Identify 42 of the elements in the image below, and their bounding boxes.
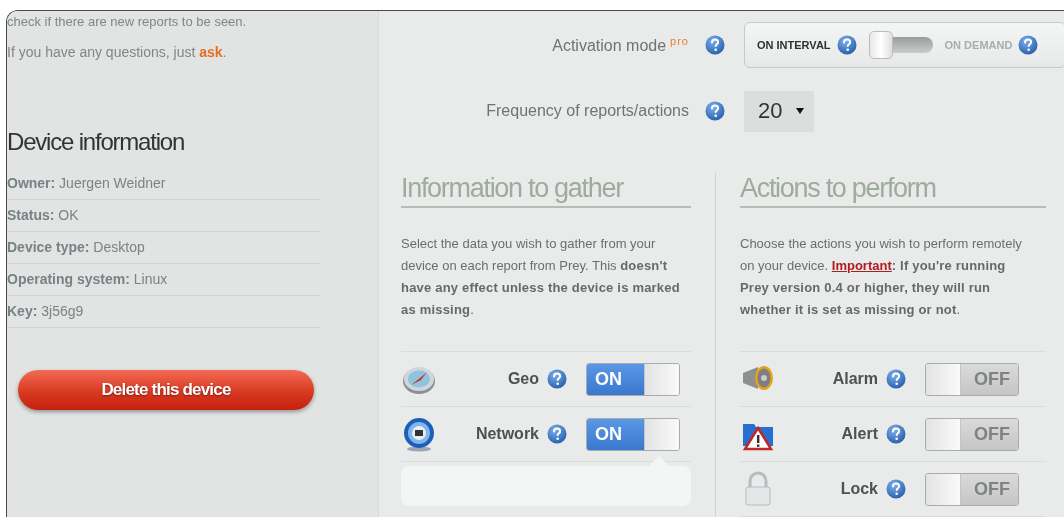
mode-option[interactable]: ON DEMAND bbox=[944, 39, 1013, 51]
caret-icon bbox=[796, 108, 805, 114]
important-link[interactable]: Important bbox=[831, 258, 892, 273]
item-label: Alarm bbox=[831, 370, 878, 388]
info-row: Operating system: Linux bbox=[7, 264, 320, 296]
help-icon bbox=[705, 101, 725, 121]
help-icon bbox=[836, 35, 857, 55]
toggle-switch[interactable]: OFF bbox=[925, 362, 1019, 396]
toggle-switch[interactable]: OFF bbox=[925, 417, 1019, 451]
info-row: Device type: Desktop bbox=[7, 232, 320, 264]
help-icon bbox=[1018, 35, 1039, 55]
info-row: Status: OK bbox=[7, 200, 320, 232]
item-label: Alert bbox=[840, 425, 878, 443]
field-label: Activation mode $^{pro}$ bbox=[551, 34, 690, 56]
frequency-dropdown[interactable]: 20 bbox=[744, 90, 815, 132]
help-icon bbox=[886, 369, 906, 389]
item-label: Network bbox=[474, 425, 539, 443]
help-icon bbox=[547, 369, 567, 389]
slider-track[interactable] bbox=[868, 31, 933, 59]
item-label: Lock bbox=[839, 480, 878, 498]
info-row: Key: 3j56g9 bbox=[7, 296, 320, 328]
mode-option[interactable]: ON INTERVAL bbox=[757, 39, 831, 51]
slider-thumb[interactable] bbox=[868, 31, 893, 59]
help-icon bbox=[886, 424, 906, 444]
ask-link[interactable]: ask bbox=[199, 44, 223, 60]
help-icon bbox=[886, 479, 906, 499]
toggle-switch[interactable]: ON bbox=[586, 362, 680, 396]
delete-button[interactable]: Delete this device bbox=[18, 370, 314, 410]
toggle-switch[interactable]: OFF bbox=[925, 472, 1019, 506]
help-icon bbox=[705, 35, 725, 55]
item-label: Geo bbox=[506, 370, 539, 388]
toggle-switch[interactable]: ON bbox=[586, 417, 680, 451]
field-label: Frequency of reports/actions bbox=[485, 102, 690, 120]
help-text: If you have any questions, just ask. bbox=[7, 44, 228, 60]
info-row: Owner: Juergen Weidner bbox=[7, 168, 320, 200]
section-heading: Information to gather bbox=[401, 173, 691, 208]
intro-text: check if there are new reports to be seen. bbox=[7, 14, 248, 30]
description-text: Select the data you wish to gather from your device on each report from Prey. This doesn't have any effect unless the device is marked as missing. bbox=[401, 235, 681, 319]
help-icon bbox=[547, 424, 567, 444]
description-text: Choose the actions you wish to perform remotely on your device. Important: If you're running Prey version 0.4 or higher, they will run whether it is set as missing or not. bbox=[740, 235, 1023, 319]
section-heading: Device information bbox=[7, 128, 186, 156]
section-heading: Actions to perform bbox=[740, 173, 1046, 208]
